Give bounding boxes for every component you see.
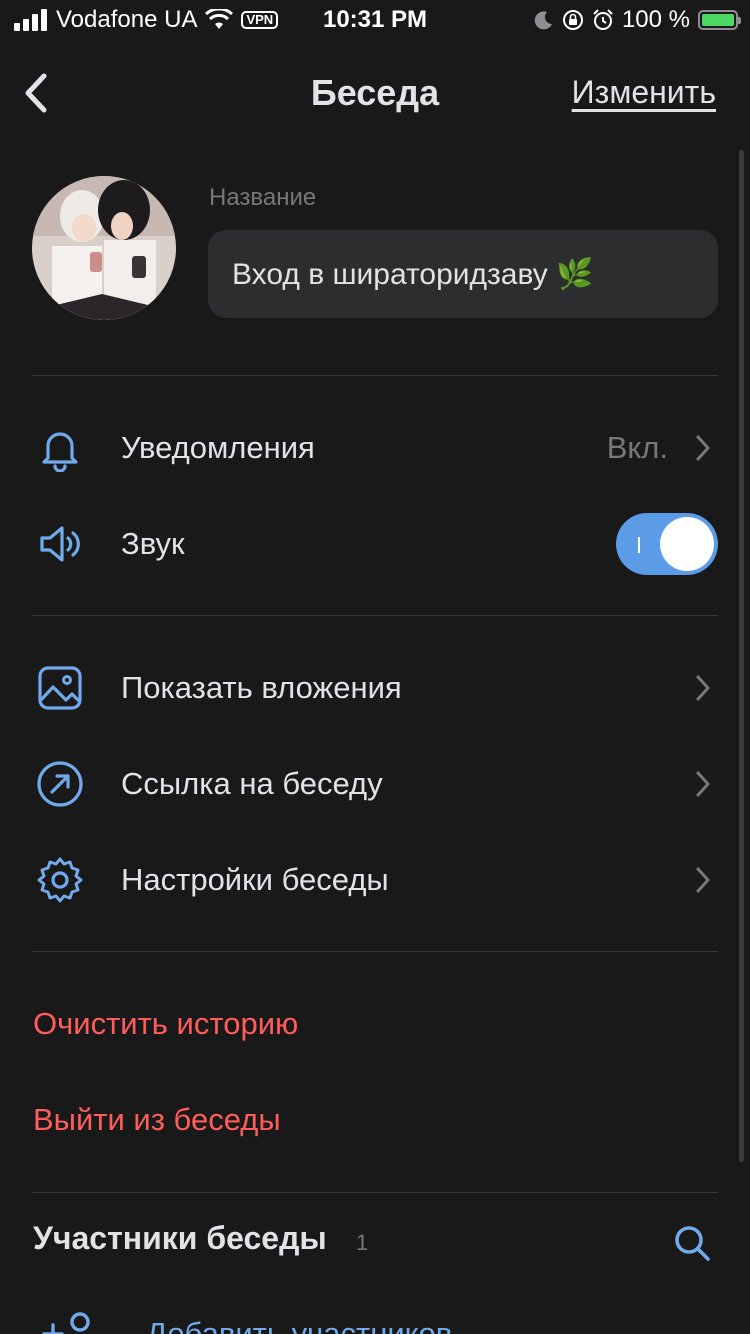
gear-icon	[37, 857, 83, 903]
chat-link-label: Ссылка на беседу	[121, 766, 383, 801]
chat-name-value: Вход в ширатоpидзаву 🌿	[232, 257, 594, 291]
link-arrow-icon	[37, 761, 83, 807]
toggle-on-indicator	[638, 537, 640, 553]
members-count: 1	[356, 1230, 369, 1255]
chevron-right-icon	[696, 771, 710, 797]
chat-link-row[interactable]: Ссылка на беседу	[0, 736, 750, 832]
moon-icon	[534, 11, 552, 30]
status-bar: Vodafone UA VPN 10:31 PM 100 %	[0, 0, 750, 40]
add-user-icon	[42, 1312, 90, 1334]
leave-chat-row[interactable]: Выйти из беседы	[0, 1072, 750, 1168]
chat-settings-row[interactable]: Настройки беседы	[0, 832, 750, 928]
chevron-right-icon	[696, 435, 710, 461]
add-members-label: Добавить участников	[146, 1316, 453, 1334]
clear-history-row[interactable]: Очистить историю	[0, 976, 750, 1072]
edit-button[interactable]: Изменить	[572, 74, 716, 111]
divider	[32, 951, 718, 952]
speaker-icon	[40, 526, 80, 562]
orientation-lock-icon	[562, 10, 583, 30]
chat-name-field[interactable]: Вход в ширатоpидзаву 🌿	[208, 230, 718, 318]
leave-chat-button: Выйти из беседы	[33, 1102, 281, 1137]
add-members-row[interactable]: Добавить участников	[0, 1306, 750, 1334]
search-icon[interactable]	[672, 1223, 712, 1263]
clear-history-button: Очистить историю	[33, 1006, 299, 1041]
sound-toggle[interactable]	[616, 513, 718, 575]
chevron-right-icon	[696, 675, 710, 701]
image-icon	[38, 666, 82, 710]
chevron-right-icon	[696, 867, 710, 893]
members-heading: Участники беседы	[33, 1220, 327, 1256]
bell-icon	[42, 432, 78, 472]
notifications-row[interactable]: Уведомления Вкл.	[0, 400, 750, 496]
sound-row: Звук	[0, 496, 750, 592]
battery-percent: 100 %	[621, 6, 690, 33]
name-label: Название	[209, 184, 317, 211]
battery-icon	[698, 10, 741, 30]
chat-avatar[interactable]	[32, 176, 176, 320]
divider	[32, 615, 718, 616]
attachments-label: Показать вложения	[121, 670, 402, 705]
nav-header: Беседа Изменить	[0, 56, 750, 128]
scrollbar[interactable]	[739, 150, 744, 1162]
toggle-knob	[660, 517, 714, 571]
sound-label: Звук	[121, 526, 185, 561]
attachments-row[interactable]: Показать вложения	[0, 640, 750, 736]
chat-settings-label: Настройки беседы	[121, 862, 389, 897]
divider	[32, 375, 718, 376]
notifications-label: Уведомления	[121, 430, 315, 465]
divider	[32, 1192, 718, 1193]
alarm-icon	[593, 9, 613, 30]
avatar-illustration	[32, 176, 176, 320]
notifications-value: Вкл.	[606, 430, 668, 465]
